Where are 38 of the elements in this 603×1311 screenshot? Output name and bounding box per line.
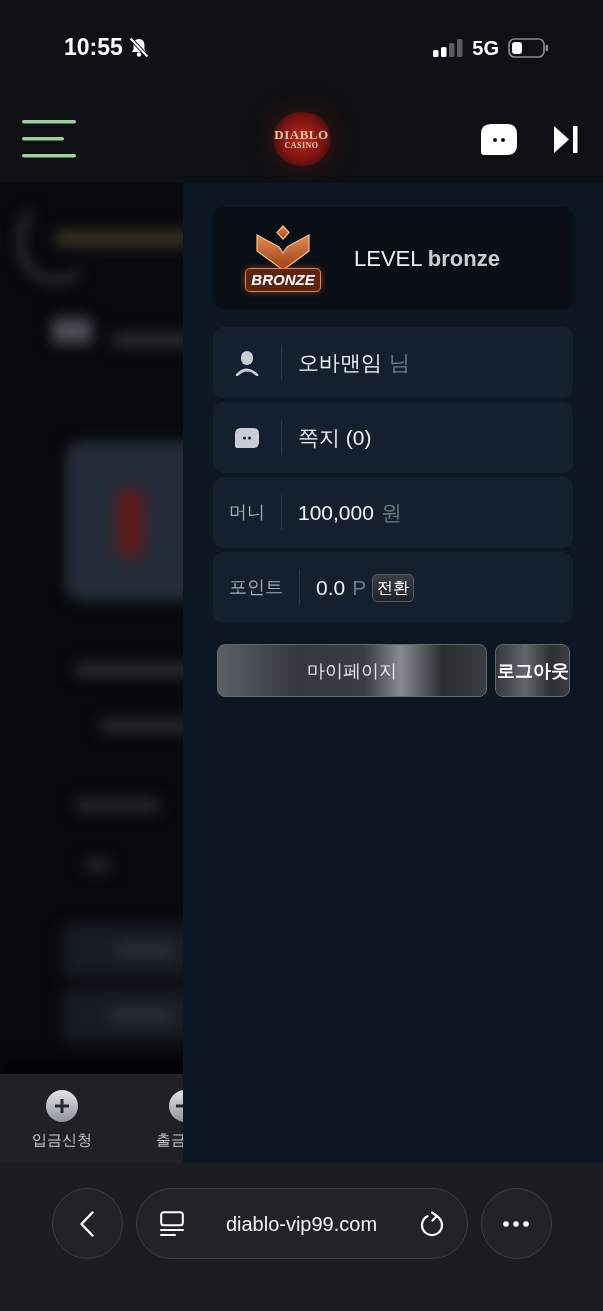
menu-icon[interactable] <box>22 120 76 158</box>
level-badge-label: BRONZE <box>245 267 321 292</box>
battery-icon <box>508 37 548 58</box>
nav-label[interactable]: 출금 <box>156 1130 186 1150</box>
logo-title: DIABLO <box>274 128 329 141</box>
message-icon <box>235 427 259 448</box>
unit-text: 님 <box>389 349 410 376</box>
nav-label[interactable]: 입금신청 <box>32 1130 92 1150</box>
signal-icon <box>433 38 464 57</box>
unit-text: 원 <box>380 499 402 526</box>
logo-emblem[interactable]: DIABLO CASINO <box>272 112 331 166</box>
row-label: 머니 <box>229 501 265 524</box>
level-text: LEVEL bronze <box>354 244 500 273</box>
chevron-emblem-icon <box>255 224 311 271</box>
network-type: 5G <box>472 37 499 58</box>
address-bar[interactable]: diablo-vip99.com <box>135 1188 468 1259</box>
skip-icon[interactable] <box>554 125 578 153</box>
clock-time: 10:55 <box>64 36 123 59</box>
convert-button[interactable]: 전환 <box>372 573 415 602</box>
chat-icon[interactable] <box>481 123 517 155</box>
row-label: 포인트 <box>229 576 283 599</box>
logout-button[interactable]: 로그아웃 <box>495 644 570 697</box>
my-page-button[interactable]: 마이페이지 <box>217 644 487 697</box>
row-value: 0.0 <box>316 574 346 601</box>
row-value: 100,000 <box>298 499 374 526</box>
row-value: 쪽지 (0) <box>298 424 372 451</box>
row-value: 오바맨임 <box>298 349 382 376</box>
url-text: diablo-vip99.com <box>224 1211 379 1237</box>
logo-subtitle: CASINO <box>284 142 319 150</box>
user-icon <box>235 349 259 376</box>
back-chevron-icon <box>80 1210 94 1237</box>
bell-slash-icon <box>128 37 149 58</box>
reload-icon[interactable] <box>419 1210 444 1237</box>
info-row[interactable]: 쪽지 (0) <box>213 402 573 473</box>
unit-text: P <box>352 574 367 601</box>
reader-icon[interactable] <box>159 1211 184 1236</box>
more-dots-icon <box>503 1220 529 1227</box>
plus-circle-icon <box>46 1090 78 1122</box>
